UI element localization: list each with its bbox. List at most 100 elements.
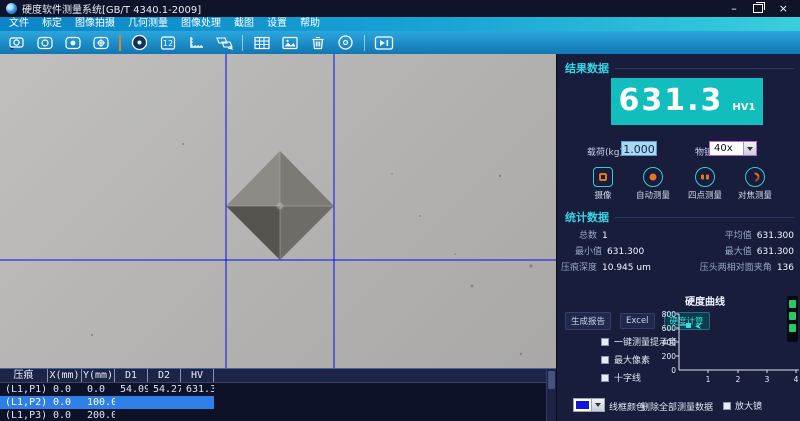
col-header-y[interactable]: Y(mm) [82, 369, 115, 382]
hardness-value: 631.3 [619, 78, 724, 123]
max-pixel-checkbox-label: 最大像素 [614, 353, 650, 366]
measurement-table[interactable]: 压痕 X(mm) Y(mm) D1 D2 HV (L1,P1) 0.0 0.0 … [0, 368, 556, 421]
result-section-heading: 结果数据 [565, 60, 794, 76]
menu-file[interactable]: 文件 [9, 17, 29, 31]
camera-lens-icon [593, 167, 613, 187]
camera-icon[interactable] [33, 33, 56, 52]
camera-target-icon[interactable] [89, 33, 112, 52]
dropdown-arrow-icon[interactable] [743, 142, 756, 155]
svg-text:2: 2 [736, 375, 741, 384]
svg-text:800: 800 [662, 310, 677, 319]
col-header-x[interactable]: X(mm) [48, 369, 82, 382]
menu-settings[interactable]: 设置 [267, 17, 287, 31]
four-point-label: 四点测量 [680, 189, 730, 201]
capture-button[interactable]: 摄像 [578, 167, 628, 201]
green-segment [789, 324, 796, 332]
magnifier-label: 放大镜 [735, 399, 762, 412]
table-row[interactable]: (L1,P3) 0.0 200.0 [0, 409, 214, 421]
col-header-d1[interactable]: D1 [115, 369, 148, 382]
camera-dot-icon[interactable] [61, 33, 84, 52]
line-color-dropdown[interactable] [573, 398, 605, 412]
max-pixel-checkbox[interactable]: 最大像素 [601, 353, 650, 366]
grid-table-icon[interactable] [250, 33, 273, 52]
stats-row: 压痕深度10.945 um 压头两相对面夹角136 [561, 260, 794, 273]
line-color-label: 线框颜色 [609, 400, 645, 413]
chart-data-point[interactable] [680, 323, 701, 329]
table-row[interactable]: (L1,P1) 0.0 0.0 54.09 54.27 631.3 [0, 383, 214, 396]
heading-divider [615, 217, 794, 218]
dropdown-arrow-icon[interactable] [591, 399, 604, 411]
minimize-button[interactable]: – [731, 3, 737, 14]
indentation-image [0, 54, 556, 368]
export-run-icon[interactable] [372, 33, 395, 52]
cell [181, 396, 214, 409]
delete-all-button[interactable]: 删除全部测量数据 [641, 400, 713, 413]
svg-text:200: 200 [662, 352, 677, 361]
chart-axes [676, 314, 799, 373]
cell: (L1,P3) [0, 409, 48, 421]
hardness-result-display: 631.3 HV1 [611, 78, 763, 125]
maximize-button[interactable] [753, 4, 763, 13]
cell: 0.0 [48, 409, 82, 421]
four-point-measure-button[interactable]: 四点测量 [680, 167, 730, 201]
svg-text:12: 12 [162, 39, 172, 48]
disc-icon[interactable] [128, 33, 151, 52]
table-row-selected[interactable]: (L1,P2) 0.0 100.0 [0, 396, 214, 409]
auto-measure-button[interactable]: 自动测量 [628, 167, 678, 201]
menu-calibration[interactable]: 标定 [42, 17, 62, 31]
hardness-unit: HV1 [732, 102, 755, 113]
green-segment [789, 312, 796, 320]
stats-row: 最小值631.300 最大值631.300 [561, 244, 794, 257]
cell: 100.0 [82, 396, 115, 409]
cell [181, 409, 214, 421]
stat-label: 压头两相对面夹角 [700, 260, 772, 273]
corner-ruler-icon[interactable] [184, 33, 207, 52]
menu-image-capture[interactable]: 图像拍摄 [75, 17, 115, 31]
stat-label: 平均值 [725, 228, 752, 241]
focus-measure-button[interactable]: 对焦测量 [730, 167, 780, 201]
record-icon[interactable] [334, 33, 357, 52]
svg-text:4: 4 [794, 375, 799, 384]
generate-report-button[interactable]: 生成报告 [565, 312, 611, 330]
vickers-indentation [226, 151, 334, 260]
crosshair-checkbox[interactable]: 十字线 [601, 371, 641, 384]
cell: 0.0 [48, 383, 82, 396]
magnifier-checkbox[interactable]: 放大镜 [723, 399, 762, 412]
checkbox-icon [723, 402, 731, 410]
table-scrollbar[interactable] [546, 369, 556, 421]
stat-label: 压痕深度 [561, 260, 597, 273]
crosshair-checkbox-label: 十字线 [614, 371, 641, 384]
col-header-d2[interactable]: D2 [148, 369, 181, 382]
tool-bar: 12 [0, 31, 800, 54]
cell: 0.0 [48, 396, 82, 409]
stats-heading-text: 统计数据 [565, 209, 609, 225]
col-header-hv[interactable]: HV [181, 369, 214, 382]
calibration-card-icon[interactable]: 12 [156, 33, 179, 52]
menu-help[interactable]: 帮助 [300, 17, 320, 31]
stat-value: 631.300 [757, 231, 794, 241]
image-icon[interactable] [278, 33, 301, 52]
stats-section-heading: 统计数据 [565, 209, 794, 225]
rotate-shape-icon[interactable] [212, 33, 235, 52]
result-heading-text: 结果数据 [565, 60, 609, 76]
excel-export-button[interactable]: Excel [620, 313, 655, 329]
cell [148, 396, 181, 409]
cell: (L1,P2) [0, 396, 48, 409]
window-controls: – × [731, 3, 794, 14]
menu-screenshot[interactable]: 截图 [234, 17, 254, 31]
cell: 54.27 [148, 383, 181, 396]
right-panel: 结果数据 631.3 HV1 载荷(kg): 1.000 物镜: 40x 摄像 … [556, 54, 800, 421]
load-input[interactable]: 1.000 [621, 141, 657, 156]
objective-select[interactable]: 40x [709, 141, 757, 156]
menu-image-processing[interactable]: 图像处理 [181, 17, 221, 31]
trash-icon[interactable] [306, 33, 329, 52]
stat-value: 136 [777, 263, 794, 273]
cell: 0.0 [82, 383, 115, 396]
col-header-indent[interactable]: 压痕 [0, 369, 48, 382]
close-button[interactable]: × [779, 3, 788, 14]
menu-geometry-measure[interactable]: 几何测量 [128, 17, 168, 31]
stat-label: 最小值 [575, 244, 602, 257]
focus-measure-icon [745, 167, 765, 187]
microscope-image-view[interactable] [0, 54, 556, 368]
camera-export-icon[interactable] [5, 33, 28, 52]
